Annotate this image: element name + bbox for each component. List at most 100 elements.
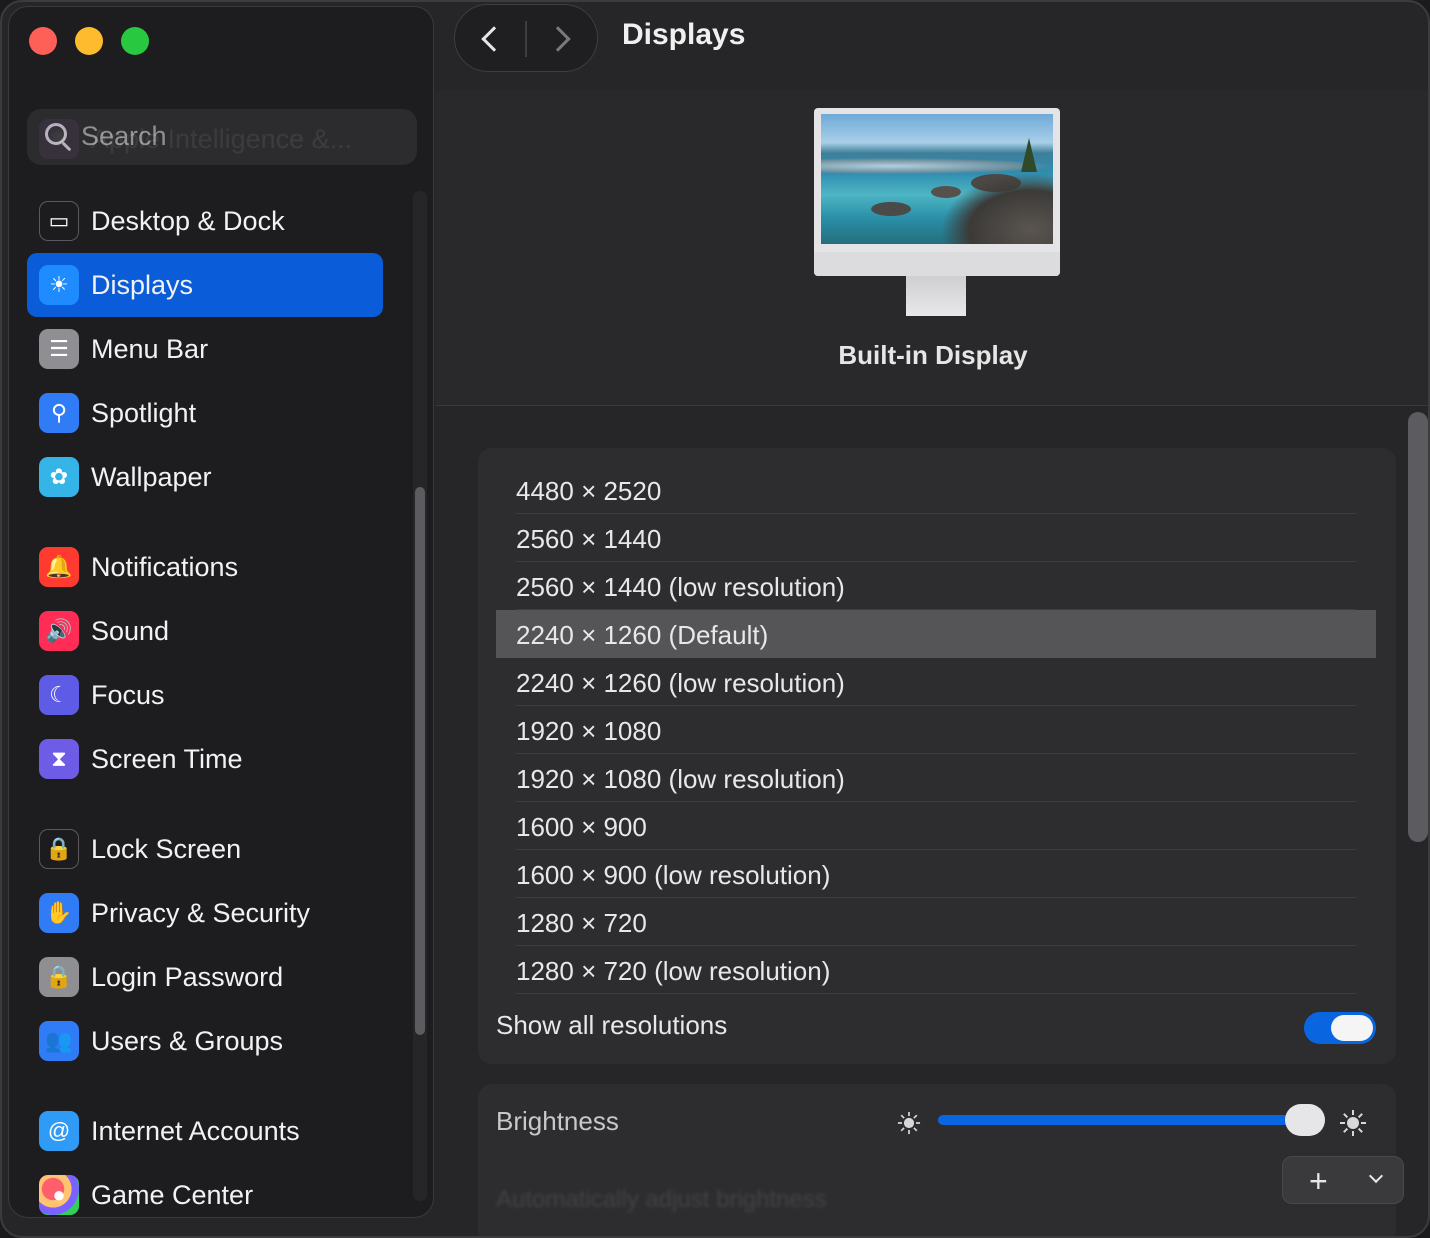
display-name: Built-in Display [838, 340, 1028, 370]
chevron-down-icon [1368, 1168, 1384, 1184]
spotlight-magnifier-icon: ⚲ [39, 393, 79, 433]
resolution-list: Show all resolutions 4480 × 2520 2560 × 1… [478, 448, 1396, 1064]
resolution-option[interactable]: 2560 × 1440 (low resolution) [496, 562, 1376, 610]
toggle-knob [1331, 1015, 1373, 1041]
game-center-icon: ● [39, 1175, 79, 1215]
brightness-low-icon [897, 1111, 921, 1135]
resolution-option[interactable]: 4480 × 2520 [496, 466, 1376, 514]
close-button[interactable] [29, 27, 57, 55]
sidebar-item-label: Game Center [91, 1179, 254, 1210]
sidebar-item-label: Internet Accounts [91, 1115, 300, 1146]
page-title: Displays [622, 18, 746, 51]
resolution-label: 1280 × 720 (low resolution) [516, 956, 831, 986]
notifications-bell-icon: 🔔 [39, 547, 79, 587]
system-settings-window: Search ✺Apple Intelligence &...▭Desktop … [0, 0, 1430, 1238]
sidebar-item-label: Displays [91, 269, 194, 300]
resolution-option[interactable]: 1280 × 720 (low resolution) [496, 946, 1376, 994]
sidebar-item-menu-bar[interactable]: ☰ Menu Bar [27, 317, 383, 381]
menu-bar-icon: ☰ [39, 329, 79, 369]
sidebar-item-lock-screen[interactable]: 🔒 Lock Screen [27, 817, 383, 881]
resolution-label: 1280 × 720 [516, 908, 647, 938]
resolution-label: 4480 × 2520 [516, 476, 662, 506]
back-button[interactable] [481, 26, 507, 52]
navigation-buttons [454, 4, 598, 72]
privacy-hand-icon: ✋ [39, 893, 79, 933]
display-preview-area: Built-in Display [436, 90, 1428, 406]
displays-sun-icon: ☀ [39, 265, 79, 305]
resolution-option[interactable]: 2560 × 1440 [496, 514, 1376, 562]
users-groups-icon: 👥 [39, 1021, 79, 1061]
forward-button[interactable] [545, 26, 571, 52]
sidebar-item-users-groups[interactable]: 👥 Users & Groups [27, 1009, 383, 1073]
resolution-label: 1600 × 900 (low resolution) [516, 860, 831, 890]
sidebar: Search ✺Apple Intelligence &...▭Desktop … [8, 6, 434, 1218]
sidebar-item-focus[interactable]: ☾ Focus [27, 663, 383, 727]
sidebar-item-desktop-dock[interactable]: ▭ Desktop & Dock [27, 189, 383, 253]
sidebar-item-label: Desktop & Dock [91, 205, 285, 236]
sidebar-item-displays[interactable]: ☀ Displays [27, 253, 383, 317]
auto-brightness-label: Automatically adjust brightness [496, 1186, 827, 1213]
resolution-label: 2560 × 1440 [516, 524, 662, 554]
focus-moon-icon: ☾ [39, 675, 79, 715]
zoom-button[interactable] [121, 27, 149, 55]
sidebar-item-screen-time[interactable]: ⧗ Screen Time [27, 727, 383, 791]
sidebar-item-label: Wallpaper [91, 461, 212, 492]
resolution-label: 2240 × 1260 (low resolution) [516, 668, 845, 698]
sidebar-item-login-password[interactable]: 🔒 Login Password [27, 945, 383, 1009]
sidebar-item-label: Sound [91, 615, 170, 646]
resolution-label: 2240 × 1260 (Default) [516, 620, 769, 650]
resolution-label: 2560 × 1440 (low resolution) [516, 572, 845, 602]
show-all-resolutions-label: Show all resolutions [496, 1010, 728, 1040]
sidebar-item-label: Login Password [91, 961, 284, 992]
sidebar-item-label: Focus [91, 679, 165, 710]
brightness-slider-thumb[interactable] [1284, 1104, 1325, 1136]
resolution-label: 1600 × 900 [516, 812, 647, 842]
add-display-button[interactable]: + [1282, 1156, 1404, 1204]
search-field[interactable]: Search [27, 109, 417, 165]
internet-accounts-at-icon: @ [39, 1111, 79, 1151]
sidebar-item-label: Menu Bar [91, 333, 209, 364]
sidebar-item-notifications[interactable]: 🔔 Notifications [27, 535, 383, 599]
display-thumbnail[interactable] [814, 108, 1060, 276]
wallpaper-flower-icon: ✿ [39, 457, 79, 497]
brightness-label: Brightness [496, 1106, 619, 1136]
resolution-option[interactable]: 2240 × 1260 (Default) [496, 610, 1376, 658]
sound-speaker-icon: 🔊 [39, 611, 79, 651]
login-password-lock-icon: 🔒 [39, 957, 79, 997]
resolution-option[interactable]: 1280 × 720 [496, 898, 1376, 946]
sidebar-item-spotlight[interactable]: ⚲ Spotlight [27, 381, 383, 445]
brightness-slider[interactable] [938, 1115, 1324, 1125]
resolution-option[interactable]: 1920 × 1080 [496, 706, 1376, 754]
sidebar-item-sound[interactable]: 🔊 Sound [27, 599, 383, 663]
wallpaper-preview [821, 114, 1053, 244]
sidebar-item-label: Spotlight [91, 397, 197, 428]
resolution-label: 1920 × 1080 (low resolution) [516, 764, 845, 794]
minimize-button[interactable] [75, 27, 103, 55]
sidebar-item-label: Lock Screen [91, 833, 242, 864]
brightness-fill [938, 1115, 1305, 1125]
brightness-panel: Brightness Automatically adjust brightne… [478, 1084, 1396, 1236]
window-controls [29, 27, 149, 55]
resolution-option[interactable]: 2240 × 1260 (low resolution) [496, 658, 1376, 706]
resolution-label: 1920 × 1080 [516, 716, 662, 746]
show-all-resolutions-toggle[interactable] [1304, 1012, 1376, 1044]
sidebar-item-label: Privacy & Security [91, 897, 311, 928]
search-placeholder: Search [81, 121, 167, 151]
lock-screen-icon: 🔒 [39, 829, 79, 869]
screen-time-hourglass-icon: ⧗ [39, 739, 79, 779]
sidebar-item-label: Notifications [91, 551, 239, 582]
plus-icon: + [1309, 1163, 1328, 1199]
sidebar-item-label: Users & Groups [91, 1025, 284, 1056]
main-scrollbar[interactable] [1408, 412, 1428, 842]
sidebar-item-game-center[interactable]: ● Game Center [27, 1163, 383, 1217]
sidebar-item-wallpaper[interactable]: ✿ Wallpaper [27, 445, 383, 509]
brightness-high-icon [1340, 1110, 1366, 1136]
monitor-stand [906, 276, 966, 316]
resolution-option[interactable]: 1600 × 900 (low resolution) [496, 850, 1376, 898]
sidebar-item-privacy-security[interactable]: ✋ Privacy & Security [27, 881, 383, 945]
resolution-option[interactable]: 1920 × 1080 (low resolution) [496, 754, 1376, 802]
resolution-option[interactable]: 1600 × 900 [496, 802, 1376, 850]
sidebar-scrollbar[interactable] [415, 487, 425, 1035]
sidebar-item-internet-accounts[interactable]: @ Internet Accounts [27, 1099, 383, 1163]
nav-divider [525, 21, 527, 57]
